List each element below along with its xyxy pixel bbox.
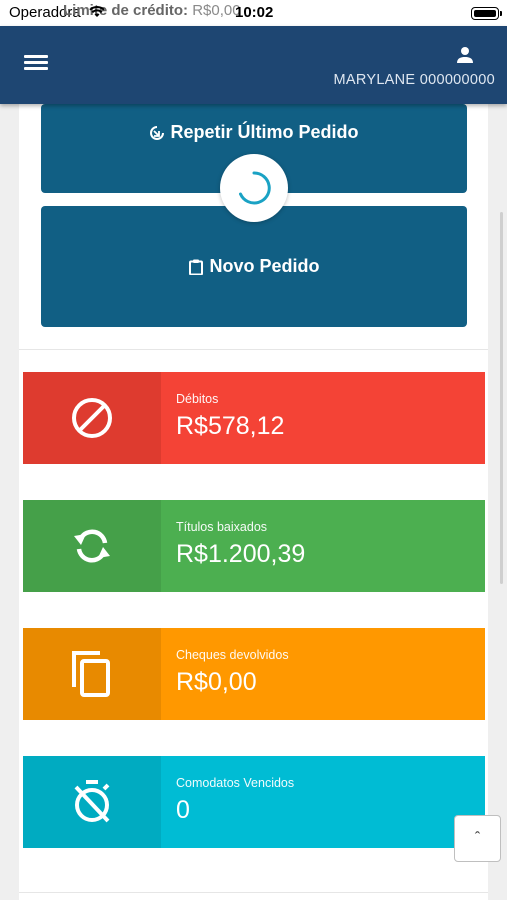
stat-label: Títulos baixados (176, 520, 268, 534)
sync-icon (74, 529, 110, 563)
loading-spinner-icon (239, 171, 271, 205)
scrollbar[interactable] (500, 212, 503, 584)
divider (19, 349, 488, 350)
user-profile-button[interactable]: MARYLANE 000000000 (315, 42, 495, 92)
timer-off-icon (74, 780, 110, 823)
stat-icon-area (23, 500, 161, 592)
status-bar: Operadora Limite de crédito: R$0,00 10:0… (0, 0, 507, 26)
stat-value: R$1.200,39 (176, 540, 306, 568)
credit-value: R$0,00 (192, 2, 241, 19)
divider (19, 892, 488, 893)
clock: 10:02 (235, 4, 274, 21)
stat-card-titulos-baixados[interactable]: Títulos baixados R$1.200,39 (23, 500, 485, 592)
new-order-button[interactable]: Novo Pedido (41, 206, 467, 327)
wifi-icon (89, 5, 105, 17)
stat-text-area: Comodatos Vencidos 0 (161, 756, 485, 848)
repeat-last-order-label: Repetir Último Pedido (170, 122, 359, 142)
stat-label: Cheques devolvidos (176, 648, 289, 662)
scroll-to-top-button[interactable]: ˆ (454, 815, 501, 862)
user-name: MARYLANE 000000000 (333, 72, 495, 88)
stat-value: 0 (176, 796, 190, 824)
stat-icon-area (23, 756, 161, 848)
app-header: MARYLANE 000000000 (0, 26, 507, 104)
stat-text-area: Cheques devolvidos R$0,00 (161, 628, 485, 720)
repeat-order-icon (150, 125, 165, 140)
loading-spinner (220, 154, 288, 222)
stat-card-debitos[interactable]: Débitos R$578,12 (23, 372, 485, 464)
stat-icon-area (23, 628, 161, 720)
app-screen: Operadora Limite de crédito: R$0,00 10:0… (0, 0, 507, 900)
chevron-up-icon: ˆ (474, 829, 481, 847)
stat-label: Comodatos Vencidos (176, 776, 295, 790)
block-icon (72, 398, 112, 438)
hamburger-menu-icon[interactable] (24, 52, 48, 72)
stat-icon-area (23, 372, 161, 464)
stat-text-area: Títulos baixados R$1.200,39 (161, 500, 485, 592)
stat-card-comodatos-vencidos[interactable]: Comodatos Vencidos 0 (23, 756, 485, 848)
stat-label: Débitos (176, 392, 219, 406)
stat-value: R$0,00 (176, 668, 257, 696)
new-order-label: Novo Pedido (209, 256, 320, 276)
credit-label: Limite de crédito: (63, 2, 189, 19)
clipboard-icon (189, 259, 204, 275)
copy-icon (72, 651, 110, 697)
stat-value: R$578,12 (176, 412, 285, 440)
stat-card-cheques-devolvidos[interactable]: Cheques devolvidos R$0,00 (23, 628, 485, 720)
stat-text-area: Débitos R$578,12 (161, 372, 485, 464)
person-icon (457, 47, 473, 63)
battery-icon (471, 7, 502, 20)
